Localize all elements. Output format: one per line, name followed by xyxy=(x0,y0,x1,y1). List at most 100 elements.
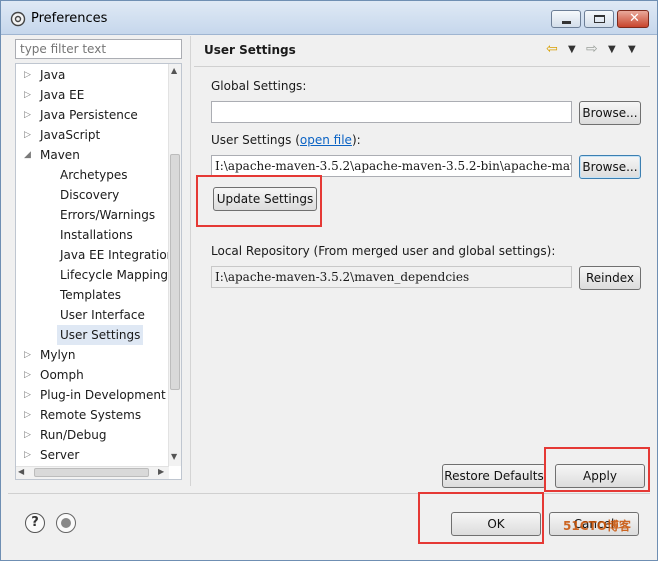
tree-item[interactable]: Java EE Integration xyxy=(16,245,170,265)
tree-item-label: Discovery xyxy=(60,188,120,202)
scroll-thumb[interactable] xyxy=(170,154,180,390)
back-dropdown-icon[interactable]: ▼ xyxy=(568,44,576,55)
tree-item[interactable]: User Settings xyxy=(16,325,170,345)
tree-item-label: Archetypes xyxy=(60,168,128,182)
tree-item-label: Java EE xyxy=(40,88,85,102)
collapsed-arrow-icon[interactable]: ▷ xyxy=(24,125,34,145)
watermark: 51CTO博客 xyxy=(563,519,631,533)
hscroll-thumb[interactable] xyxy=(34,468,149,477)
user-settings-label-text: User Settings ( xyxy=(211,133,300,147)
tree-item[interactable]: ▷ Java xyxy=(16,65,170,85)
tree-item[interactable]: ◢ Maven xyxy=(16,145,170,165)
panel-splitter[interactable] xyxy=(190,36,192,486)
preference-tree: ▷Team▷Server▷Run/Debug▷Remote Systems▷Pl… xyxy=(15,63,182,480)
header-divider xyxy=(194,66,650,67)
user-settings-field[interactable]: I:\apache-maven-3.5.2\apache-maven-3.5.2… xyxy=(211,155,572,177)
tree-item[interactable]: ▷ Oomph xyxy=(16,365,170,385)
tree-item-label: User Interface xyxy=(60,308,145,322)
tree-vertical-scrollbar[interactable]: ▲ ▼ xyxy=(168,64,181,466)
global-settings-label: Global Settings: xyxy=(211,79,307,93)
highlight-apply xyxy=(544,447,650,492)
tree-item[interactable]: ▷ Remote Systems xyxy=(16,405,170,425)
scroll-up-arrow-icon[interactable]: ▲ xyxy=(171,66,177,75)
tree-item-label: Errors/Warnings xyxy=(60,208,156,222)
collapsed-arrow-icon[interactable]: ▷ xyxy=(24,405,34,425)
tree-item-label: Java EE Integration xyxy=(60,248,170,262)
back-arrow-icon[interactable]: ⇦ xyxy=(546,41,558,57)
minimize-icon xyxy=(562,21,571,24)
dialog-content: ▷Team▷Server▷Run/Debug▷Remote Systems▷Pl… xyxy=(8,36,650,491)
tree-item-label: Plug-in Development xyxy=(40,388,166,402)
tree-item-label: Maven xyxy=(40,148,80,162)
tree-item[interactable]: Lifecycle Mapping xyxy=(16,265,170,285)
tree-item[interactable]: Installations xyxy=(16,225,170,245)
tree-horizontal-scrollbar[interactable]: ◀ ▶ xyxy=(16,466,169,479)
tree-item-label: Java Persistence xyxy=(40,108,138,122)
highlight-ok xyxy=(418,492,544,544)
tree-item[interactable]: ▷ JavaScript xyxy=(16,125,170,145)
title-bar: Preferences ✕ xyxy=(1,1,657,35)
scroll-down-arrow-icon[interactable]: ▼ xyxy=(171,452,177,461)
window-title: Preferences xyxy=(31,11,108,26)
view-menu-icon[interactable]: ▼ xyxy=(628,44,636,55)
help-icon[interactable]: ? xyxy=(25,513,45,533)
open-file-link[interactable]: open file xyxy=(300,133,352,147)
collapsed-arrow-icon[interactable]: ▷ xyxy=(24,345,34,365)
tree-item-label: User Settings xyxy=(57,325,144,345)
local-repo-field[interactable]: I:\apache-maven-3.5.2\maven_dependcies xyxy=(211,266,572,288)
tree-item-label: Java xyxy=(40,68,66,82)
tree-item-label: Installations xyxy=(60,228,133,242)
page-title: User Settings xyxy=(204,43,296,57)
footer-divider xyxy=(8,493,650,494)
tree-item[interactable]: Discovery xyxy=(16,185,170,205)
tree-item-label: JavaScript xyxy=(40,128,101,142)
user-browse-button[interactable]: Browse... xyxy=(579,155,641,179)
tree-item-label: Run/Debug xyxy=(40,428,107,442)
tree-item-label: Oomph xyxy=(40,368,84,382)
tree-item[interactable]: Errors/Warnings xyxy=(16,205,170,225)
close-window-button[interactable]: ✕ xyxy=(617,10,649,28)
tree-item[interactable]: ▷ Plug-in Development xyxy=(16,385,170,405)
tree-item[interactable]: Archetypes xyxy=(16,165,170,185)
global-settings-field[interactable] xyxy=(211,101,572,123)
tree-item[interactable]: ▷ Run/Debug xyxy=(16,425,170,445)
tree-item-label: Mylyn xyxy=(40,348,76,362)
user-settings-label-end: ): xyxy=(351,133,361,147)
preferences-window: Preferences ✕ ▷Team▷Server▷Run/Debug▷Rem… xyxy=(0,0,658,561)
record-icon[interactable] xyxy=(56,513,76,533)
close-icon: ✕ xyxy=(629,11,640,26)
tree-item[interactable]: ▷ Server xyxy=(16,445,170,465)
user-settings-page: User Settings ⇦ ▼ ⇨ ▼ ▼ Global Settings:… xyxy=(194,36,650,488)
forward-arrow-icon[interactable]: ⇨ xyxy=(586,41,598,57)
collapsed-arrow-icon[interactable]: ▷ xyxy=(24,365,34,385)
tree-item[interactable]: ▷ Java Persistence xyxy=(16,105,170,125)
maximize-button[interactable] xyxy=(584,10,614,28)
minimize-button[interactable] xyxy=(551,10,581,28)
highlight-update-settings xyxy=(196,175,322,227)
collapsed-arrow-icon[interactable]: ▷ xyxy=(24,105,34,125)
expanded-arrow-icon[interactable]: ◢ xyxy=(24,145,34,165)
scroll-left-arrow-icon[interactable]: ◀ xyxy=(18,467,24,476)
tree-item[interactable]: ▷ Mylyn xyxy=(16,345,170,365)
reindex-button[interactable]: Reindex xyxy=(579,266,641,290)
tree-item[interactable]: User Interface xyxy=(16,305,170,325)
tree-item-label: Templates xyxy=(60,288,122,302)
collapsed-arrow-icon[interactable]: ▷ xyxy=(24,425,34,445)
restore-defaults-button[interactable]: Restore Defaults xyxy=(442,464,546,488)
collapsed-arrow-icon[interactable]: ▷ xyxy=(24,85,34,105)
tree-item[interactable]: ▷ Java EE xyxy=(16,85,170,105)
local-repo-label: Local Repository (From merged user and g… xyxy=(211,244,556,258)
filter-input[interactable] xyxy=(15,39,182,59)
tree-item-label: Remote Systems xyxy=(40,408,142,422)
forward-dropdown-icon[interactable]: ▼ xyxy=(608,44,616,55)
tree-item-label: Server xyxy=(40,448,80,462)
user-settings-label: User Settings (open file): xyxy=(211,133,361,147)
collapsed-arrow-icon[interactable]: ▷ xyxy=(24,385,34,405)
global-browse-button[interactable]: Browse... xyxy=(579,101,641,125)
maximize-icon xyxy=(594,15,605,23)
collapsed-arrow-icon[interactable]: ▷ xyxy=(24,445,34,465)
tree-item[interactable]: Templates xyxy=(16,285,170,305)
collapsed-arrow-icon[interactable]: ▷ xyxy=(24,65,34,85)
scroll-right-arrow-icon[interactable]: ▶ xyxy=(158,467,164,476)
eclipse-gear-icon xyxy=(10,11,26,27)
